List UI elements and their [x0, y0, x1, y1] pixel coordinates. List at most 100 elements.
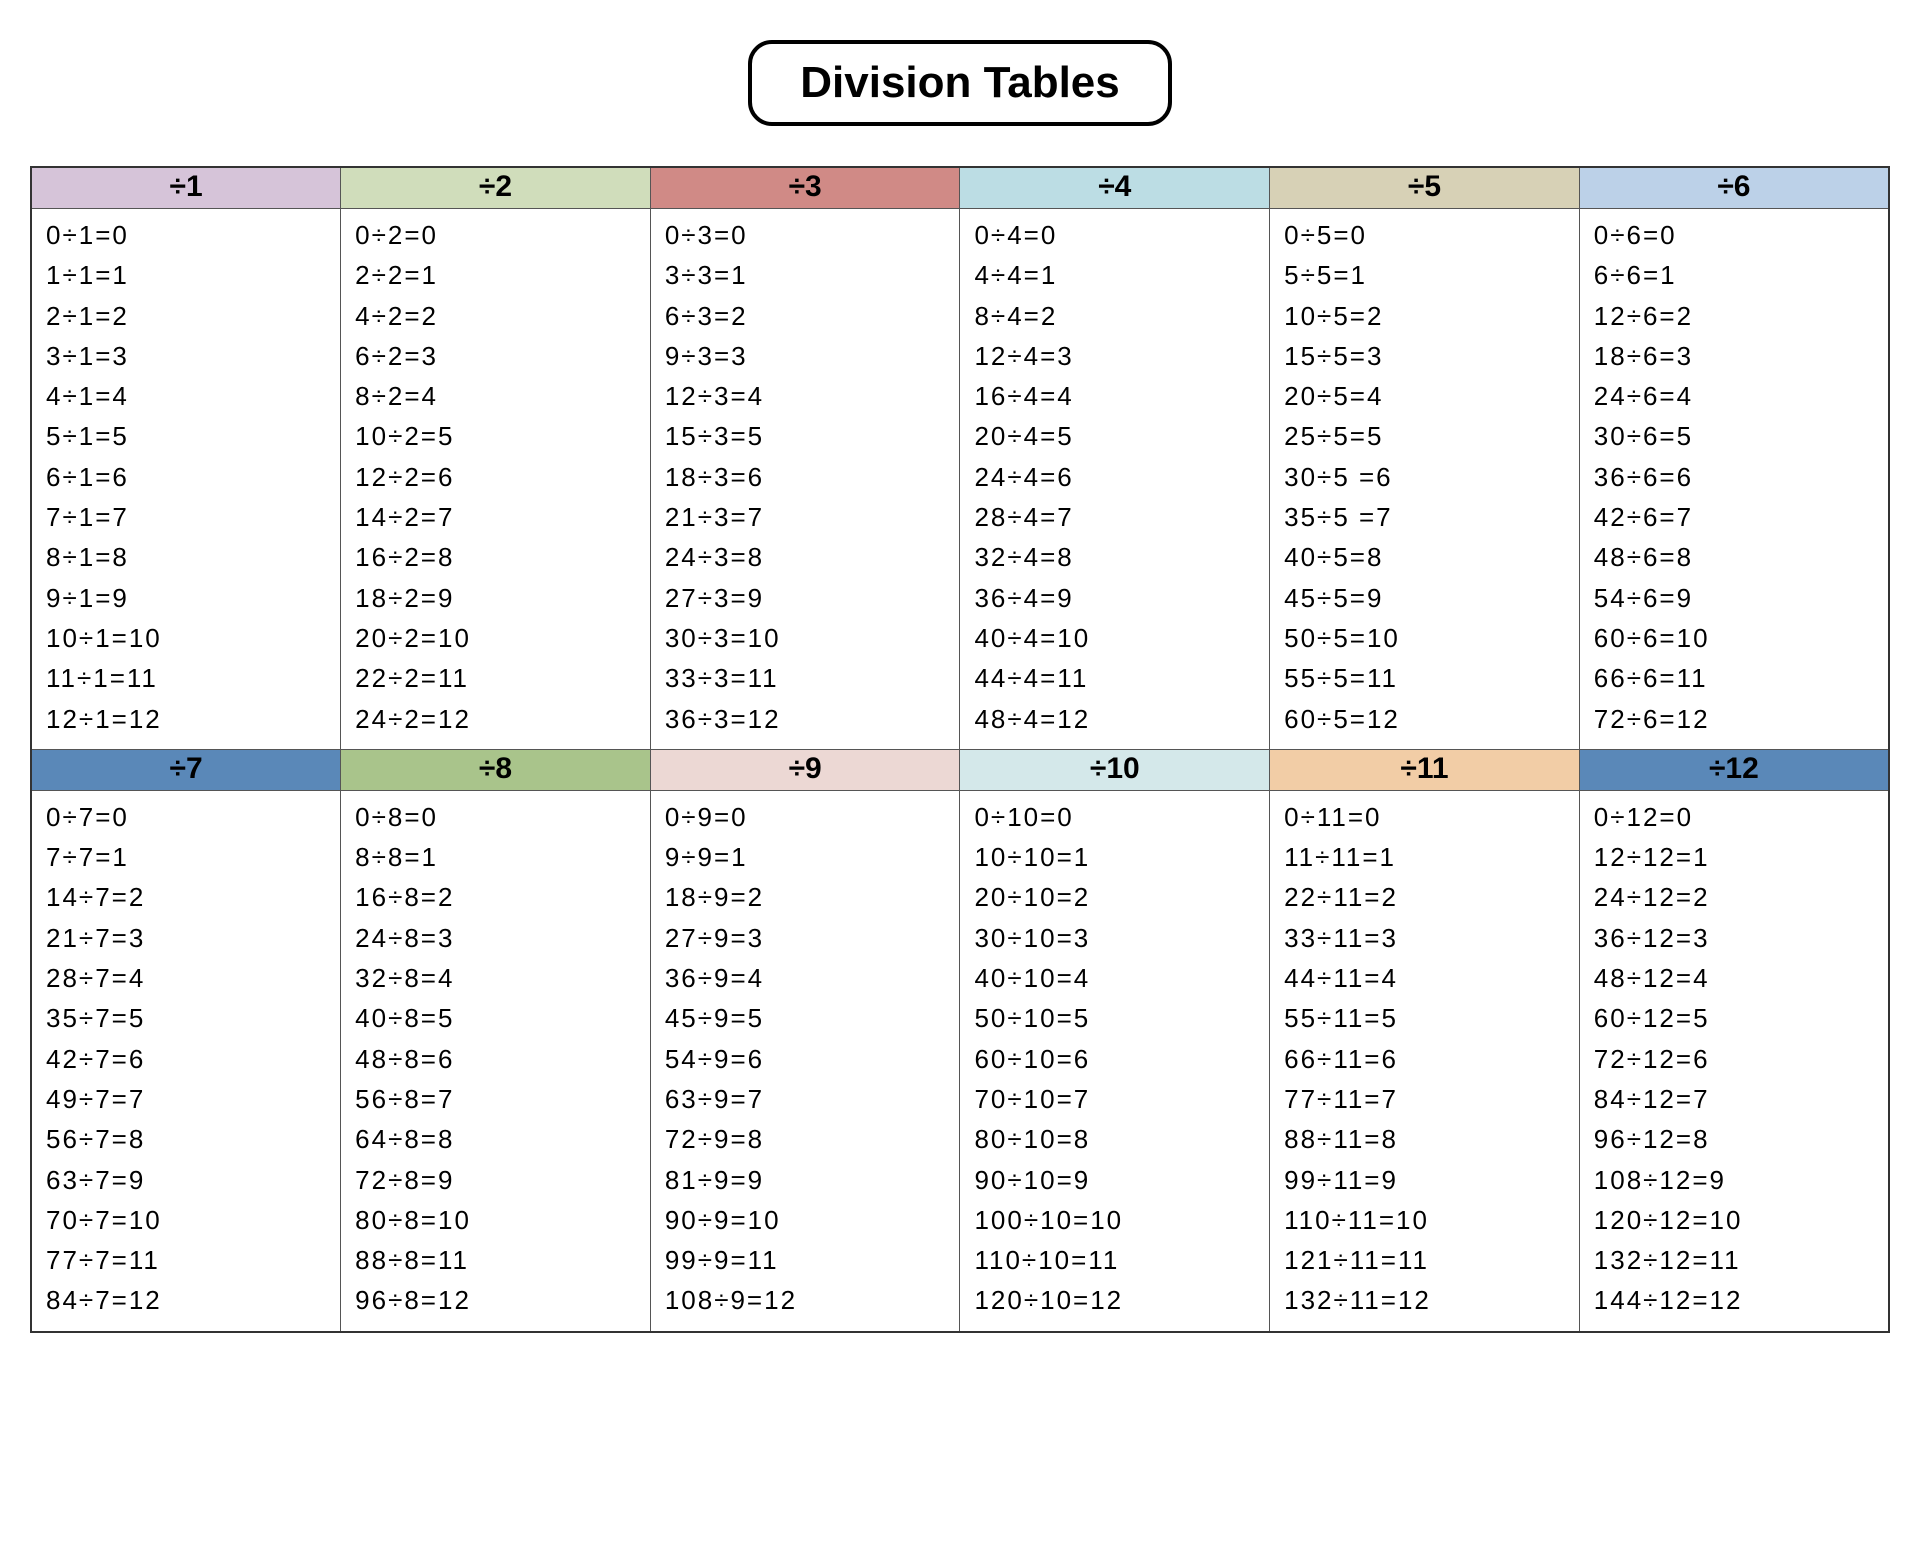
equation: 10÷2=5: [355, 416, 640, 456]
equation: 64÷8=8: [355, 1119, 640, 1159]
equation: 2÷1=2: [46, 296, 330, 336]
equation: 40÷4=10: [974, 618, 1259, 658]
equation: 16÷4=4: [974, 376, 1259, 416]
equation: 84÷7=12: [46, 1280, 330, 1320]
equation: 12÷2=6: [355, 457, 640, 497]
equation: 99÷11=9: [1284, 1160, 1569, 1200]
table-cell-div-9: ÷90÷9=09÷9=118÷9=227÷9=336÷9=445÷9=554÷9…: [650, 749, 960, 1331]
equation: 7÷7=1: [46, 837, 330, 877]
equation: 24÷8=3: [355, 918, 640, 958]
column-header-div-11: ÷11: [1270, 750, 1579, 791]
equation: 72÷9=8: [665, 1119, 950, 1159]
equation: 120÷12=10: [1594, 1200, 1878, 1240]
equation: 8÷4=2: [974, 296, 1259, 336]
equation: 28÷4=7: [974, 497, 1259, 537]
equation: 0÷2=0: [355, 215, 640, 255]
equation: 110÷10=11: [974, 1240, 1259, 1280]
equation: 18÷9=2: [665, 877, 950, 917]
equation: 10÷1=10: [46, 618, 330, 658]
column-header-div-12: ÷12: [1580, 750, 1888, 791]
equation: 90÷9=10: [665, 1200, 950, 1240]
equation: 60÷5=12: [1284, 699, 1569, 739]
equation: 48÷12=4: [1594, 958, 1878, 998]
equation: 48÷8=6: [355, 1039, 640, 1079]
equation: 9÷3=3: [665, 336, 950, 376]
equation: 1÷1=1: [46, 255, 330, 295]
column-header-div-1: ÷1: [32, 168, 340, 209]
table-cell-div-5: ÷50÷5=05÷5=110÷5=215÷5=320÷5=425÷5=530÷5…: [1270, 167, 1580, 749]
equation: 0÷4=0: [974, 215, 1259, 255]
equation: 56÷8=7: [355, 1079, 640, 1119]
equation: 99÷9=11: [665, 1240, 950, 1280]
equation: 4÷2=2: [355, 296, 640, 336]
equation: 21÷3=7: [665, 497, 950, 537]
table-cell-div-7: ÷70÷7=07÷7=114÷7=221÷7=328÷7=435÷7=542÷7…: [31, 749, 341, 1331]
equation: 36÷6=6: [1594, 457, 1878, 497]
equation: 84÷12=7: [1594, 1079, 1878, 1119]
column-header-div-9: ÷9: [651, 750, 960, 791]
equation: 7÷1=7: [46, 497, 330, 537]
table-cell-div-12: ÷120÷12=012÷12=124÷12=236÷12=348÷12=460÷…: [1579, 749, 1889, 1331]
equation: 80÷10=8: [974, 1119, 1259, 1159]
equation: 0÷3=0: [665, 215, 950, 255]
equation: 132÷12=11: [1594, 1240, 1878, 1280]
equation: 80÷8=10: [355, 1200, 640, 1240]
equation: 6÷3=2: [665, 296, 950, 336]
equation: 12÷6=2: [1594, 296, 1878, 336]
equation: 15÷3=5: [665, 416, 950, 456]
column-body-div-10: 0÷10=010÷10=120÷10=230÷10=340÷10=450÷10=…: [960, 791, 1269, 1331]
equation: 0÷1=0: [46, 215, 330, 255]
equation: 8÷2=4: [355, 376, 640, 416]
equation: 121÷11=11: [1284, 1240, 1569, 1280]
equation: 66÷6=11: [1594, 658, 1878, 698]
equation: 70÷7=10: [46, 1200, 330, 1240]
table-cell-div-11: ÷110÷11=011÷11=122÷11=233÷11=344÷11=455÷…: [1270, 749, 1580, 1331]
equation: 22÷11=2: [1284, 877, 1569, 917]
column-body-div-5: 0÷5=05÷5=110÷5=215÷5=320÷5=425÷5=530÷5 =…: [1270, 209, 1579, 749]
column-header-div-3: ÷3: [651, 168, 960, 209]
column-body-div-11: 0÷11=011÷11=122÷11=233÷11=344÷11=455÷11=…: [1270, 791, 1579, 1331]
equation: 42÷6=7: [1594, 497, 1878, 537]
column-header-div-8: ÷8: [341, 750, 650, 791]
equation: 33÷3=11: [665, 658, 950, 698]
equation: 4÷4=1: [974, 255, 1259, 295]
equation: 6÷1=6: [46, 457, 330, 497]
equation: 12÷1=12: [46, 699, 330, 739]
equation: 8÷8=1: [355, 837, 640, 877]
equation: 30÷10=3: [974, 918, 1259, 958]
equation: 88÷11=8: [1284, 1119, 1569, 1159]
equation: 12÷12=1: [1594, 837, 1878, 877]
equation: 24÷3=8: [665, 537, 950, 577]
equation: 5÷5=1: [1284, 255, 1569, 295]
equation: 108÷12=9: [1594, 1160, 1878, 1200]
equation: 30÷3=10: [665, 618, 950, 658]
equation: 3÷3=1: [665, 255, 950, 295]
equation: 21÷7=3: [46, 918, 330, 958]
equation: 0÷5=0: [1284, 215, 1569, 255]
equation: 66÷11=6: [1284, 1039, 1569, 1079]
equation: 32÷4=8: [974, 537, 1259, 577]
equation: 6÷6=1: [1594, 255, 1878, 295]
table-cell-div-8: ÷80÷8=08÷8=116÷8=224÷8=332÷8=440÷8=548÷8…: [341, 749, 651, 1331]
equation: 35÷5 =7: [1284, 497, 1569, 537]
column-body-div-7: 0÷7=07÷7=114÷7=221÷7=328÷7=435÷7=542÷7=6…: [32, 791, 340, 1331]
equation: 18÷6=3: [1594, 336, 1878, 376]
column-body-div-4: 0÷4=04÷4=18÷4=212÷4=316÷4=420÷4=524÷4=62…: [960, 209, 1269, 749]
equation: 0÷8=0: [355, 797, 640, 837]
equation: 15÷5=3: [1284, 336, 1569, 376]
equation: 48÷6=8: [1594, 537, 1878, 577]
equation: 20÷2=10: [355, 618, 640, 658]
title-wrap: Division Tables: [30, 40, 1890, 126]
equation: 120÷10=12: [974, 1280, 1259, 1320]
equation: 16÷8=2: [355, 877, 640, 917]
equation: 45÷5=9: [1284, 578, 1569, 618]
equation: 0÷12=0: [1594, 797, 1878, 837]
division-tables-grid: ÷10÷1=01÷1=12÷1=23÷1=34÷1=45÷1=56÷1=67÷1…: [30, 166, 1890, 1333]
equation: 24÷6=4: [1594, 376, 1878, 416]
equation: 10÷10=1: [974, 837, 1259, 877]
equation: 0÷7=0: [46, 797, 330, 837]
equation: 11÷1=11: [46, 658, 330, 698]
equation: 44÷11=4: [1284, 958, 1569, 998]
equation: 2÷2=1: [355, 255, 640, 295]
equation: 96÷12=8: [1594, 1119, 1878, 1159]
